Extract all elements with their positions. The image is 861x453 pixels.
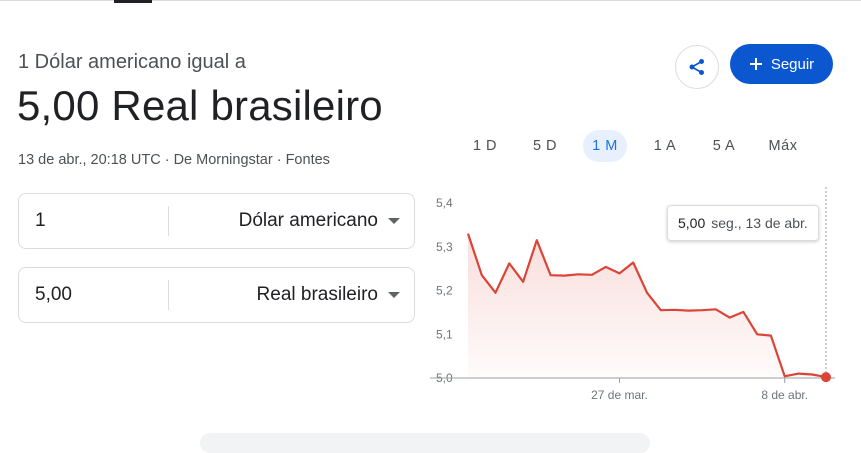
data-source: De Morningstar — [173, 152, 273, 168]
from-currency-label: Dólar americano — [238, 210, 378, 231]
current-point-marker — [821, 372, 831, 383]
from-amount-input[interactable]: 1 — [35, 194, 165, 248]
meta-separator: · — [272, 152, 286, 168]
range-1m[interactable]: 1 M — [583, 130, 627, 162]
plus-icon — [749, 58, 762, 70]
y-tick-label: 5,4 — [436, 196, 453, 210]
bottom-bar — [200, 433, 650, 453]
y-tick-label: 5,2 — [436, 284, 453, 298]
range-max[interactable]: Máx — [758, 130, 808, 162]
share-button[interactable] — [675, 45, 719, 89]
meta-line: 13 de abr., 20:18 UTC · De Morningstar ·… — [18, 152, 330, 168]
share-icon — [689, 59, 704, 75]
active-tab-indicator — [114, 0, 152, 3]
from-currency-select[interactable]: Dólar americano — [239, 194, 400, 248]
sources-link[interactable]: Fontes — [286, 152, 330, 168]
to-currency-select[interactable]: Real brasileiro — [257, 268, 400, 322]
series-area — [468, 233, 826, 378]
conversion-result: 5,00 Real brasileiro — [17, 82, 383, 129]
meta-separator: · — [160, 152, 174, 168]
range-5a[interactable]: 5 A — [699, 130, 749, 162]
y-tick-label: 5,1 — [436, 327, 453, 341]
timestamp: 13 de abr., 20:18 UTC — [18, 152, 161, 168]
tooltip-value: 5,00 — [678, 215, 706, 231]
x-tick-label: 27 de mar. — [591, 388, 648, 402]
range-1a[interactable]: 1 A — [640, 130, 690, 162]
from-currency-box: 1 Dólar americano — [18, 193, 415, 249]
range-5d[interactable]: 5 D — [520, 130, 570, 162]
to-currency-box: 5,00 Real brasileiro — [18, 267, 415, 323]
follow-label: Seguir — [770, 55, 815, 73]
y-tick-label: 5,3 — [436, 240, 453, 254]
to-currency-label: Real brasileiro — [256, 284, 378, 305]
chart-tooltip: 5,00 seg., 13 de abr. — [667, 205, 819, 241]
field-divider — [168, 206, 169, 236]
follow-button[interactable]: Seguir — [730, 44, 833, 84]
caret-down-icon — [388, 292, 400, 298]
to-amount-input[interactable]: 5,00 — [35, 268, 165, 322]
x-tick-label: 8 de abr. — [761, 388, 808, 402]
range-1d[interactable]: 1 D — [460, 130, 510, 162]
field-divider — [168, 280, 169, 310]
caret-down-icon — [388, 218, 400, 224]
tooltip-date: seg., 13 de abr. — [711, 215, 808, 231]
conversion-subtitle: 1 Dólar americano igual a — [18, 51, 246, 73]
